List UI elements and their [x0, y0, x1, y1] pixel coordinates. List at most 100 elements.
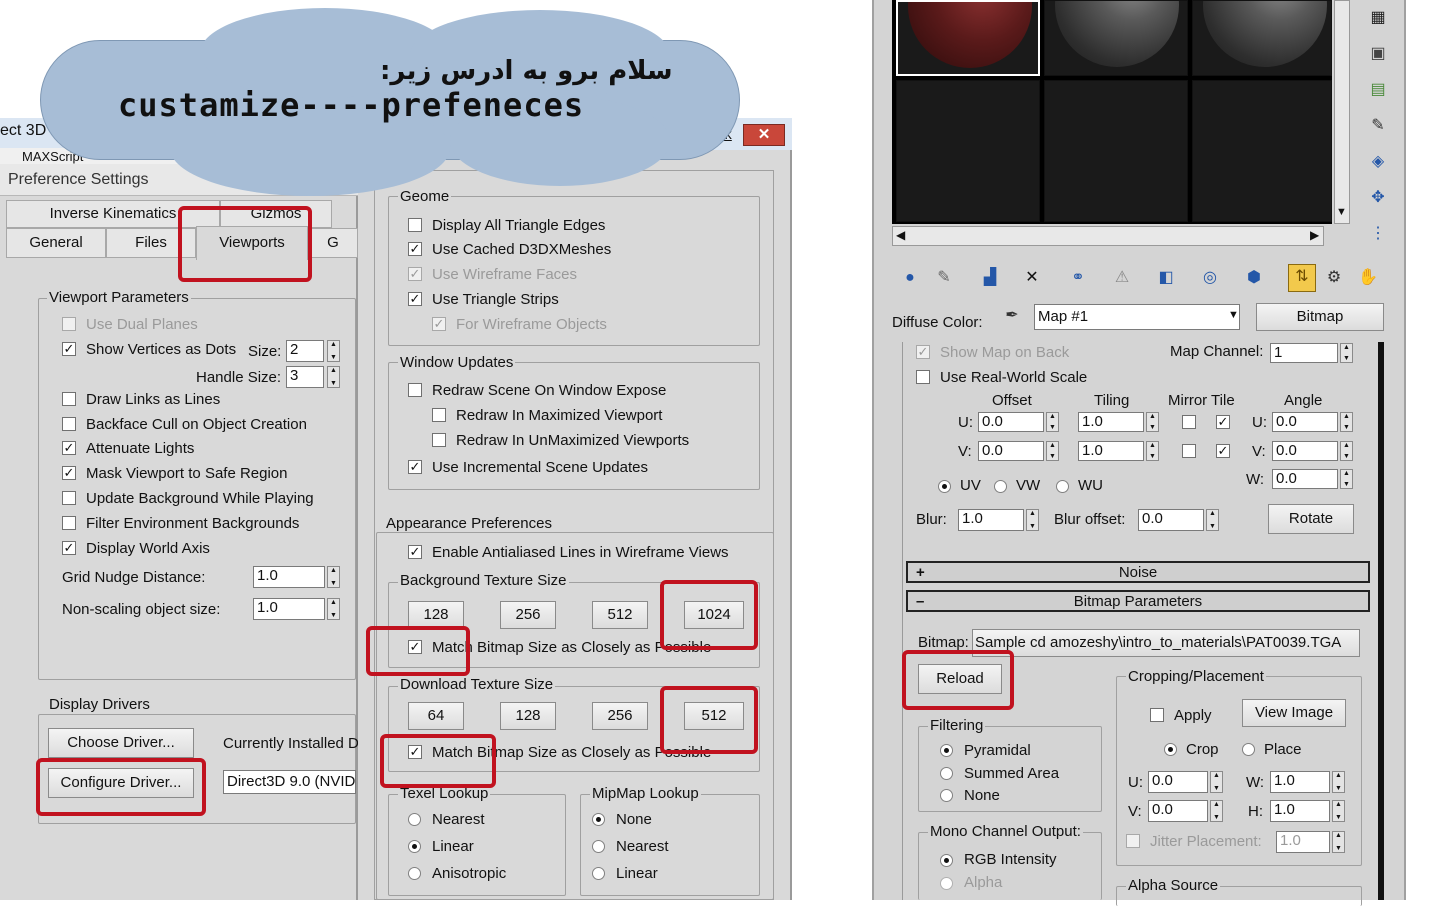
blur-offset-field[interactable]: 0.0: [1138, 509, 1204, 531]
assign-to-selection-icon[interactable]: ▟: [978, 266, 1002, 290]
coord-wu-radio[interactable]: [1056, 480, 1069, 493]
attenuate-lights-checkbox[interactable]: ✓: [62, 441, 76, 455]
angle-w-spinner[interactable]: [1340, 469, 1353, 489]
backface-cull-checkbox[interactable]: [62, 417, 76, 431]
get-material-icon[interactable]: ●: [898, 266, 922, 290]
sample-slot-1[interactable]: [896, 0, 1040, 76]
tile-u-checkbox[interactable]: ✓: [1216, 415, 1230, 429]
cached-d3dxmeshes-checkbox[interactable]: ✓: [408, 242, 422, 256]
crop-w-field[interactable]: 1.0: [1270, 771, 1330, 793]
map-type-button[interactable]: Bitmap: [1256, 303, 1384, 331]
dl-size-128-button[interactable]: 128: [500, 702, 556, 730]
offset-v-field[interactable]: 0.0: [978, 441, 1044, 461]
put-to-scene-icon[interactable]: ✎: [932, 266, 956, 290]
pyramidal-radio[interactable]: [940, 744, 953, 757]
crop-u-spinner[interactable]: [1210, 771, 1223, 793]
show-map-on-back-checkbox[interactable]: ✓: [916, 345, 930, 359]
for-wireframe-objects-checkbox[interactable]: ✓: [432, 317, 446, 331]
offset-u-field[interactable]: 0.0: [978, 412, 1044, 432]
tiling-v-field[interactable]: 1.0: [1078, 441, 1144, 461]
handle-size-spinner[interactable]: [327, 366, 340, 388]
rgb-intensity-radio[interactable]: [940, 854, 953, 867]
tiling-u-spinner[interactable]: [1146, 412, 1159, 432]
triangle-strips-checkbox[interactable]: ✓: [408, 292, 422, 306]
mirror-u-checkbox[interactable]: [1182, 415, 1196, 429]
map-name-dropdown-icon[interactable]: ▼: [1228, 309, 1239, 321]
sample-type-icon[interactable]: ▣: [1366, 42, 1390, 66]
put-to-library-icon[interactable]: ⚠: [1110, 266, 1134, 290]
choose-driver-button[interactable]: Choose Driver...: [48, 728, 194, 758]
mipmap-linear-radio[interactable]: [592, 867, 605, 880]
reset-map-icon[interactable]: ✕: [1020, 266, 1044, 290]
dl-size-256-button[interactable]: 256: [592, 702, 648, 730]
display-triangle-edges-checkbox[interactable]: [408, 218, 422, 232]
sample-slot-3[interactable]: [1192, 0, 1332, 76]
offset-v-spinner[interactable]: [1046, 441, 1059, 461]
size-spinner[interactable]: [327, 340, 340, 362]
blur-offset-spinner[interactable]: [1206, 509, 1219, 531]
real-world-scale-checkbox[interactable]: [916, 370, 930, 384]
dl-size-64-button[interactable]: 64: [408, 702, 464, 730]
make-unique-icon[interactable]: ⚭: [1066, 266, 1090, 290]
map-name-field[interactable]: Map #1: [1034, 304, 1240, 330]
update-background-checkbox[interactable]: [62, 491, 76, 505]
eyedropper-icon[interactable]: ✒: [1000, 304, 1024, 328]
rollout-scrollbar[interactable]: [1378, 342, 1384, 900]
go-to-parent-icon[interactable]: ⇅: [1288, 264, 1316, 292]
sample-slot-5[interactable]: [1044, 80, 1188, 222]
blur-spinner[interactable]: [1026, 509, 1039, 531]
map-channel-field[interactable]: 1: [1270, 343, 1338, 363]
angle-v-spinner[interactable]: [1340, 441, 1353, 461]
tab-general[interactable]: General: [6, 228, 106, 258]
go-forward-sibling-icon[interactable]: ⚙: [1322, 266, 1346, 290]
blur-field[interactable]: 1.0: [958, 509, 1024, 531]
place-radio[interactable]: [1242, 743, 1255, 756]
show-map-icon[interactable]: ◎: [1198, 266, 1222, 290]
display-world-axis-checkbox[interactable]: ✓: [62, 541, 76, 555]
scroll-down-icon[interactable]: ▼: [1336, 206, 1347, 218]
bg-size-128-button[interactable]: 128: [408, 601, 464, 629]
redraw-expose-checkbox[interactable]: [408, 383, 422, 397]
texel-linear-radio[interactable]: [408, 840, 421, 853]
filter-env-checkbox[interactable]: [62, 516, 76, 530]
rotate-button[interactable]: Rotate: [1268, 504, 1354, 534]
tiling-u-field[interactable]: 1.0: [1078, 412, 1144, 432]
handle-size-field[interactable]: 3: [286, 366, 324, 388]
tile-v-checkbox[interactable]: ✓: [1216, 444, 1230, 458]
pick-from-object-icon[interactable]: ✋: [1356, 266, 1380, 290]
angle-u-field[interactable]: 0.0: [1272, 412, 1338, 432]
nonscaling-spinner[interactable]: [327, 598, 340, 620]
bitmap-path-button[interactable]: Sample cd amozeshy\intro_to_materials\PA…: [972, 629, 1360, 657]
crop-w-spinner[interactable]: [1332, 771, 1345, 793]
bg-size-256-button[interactable]: 256: [500, 601, 556, 629]
apply-checkbox[interactable]: [1150, 708, 1164, 722]
sample-slot-6[interactable]: [1192, 80, 1332, 222]
angle-u-spinner[interactable]: [1340, 412, 1353, 432]
texel-anisotropic-radio[interactable]: [408, 867, 421, 880]
options-icon[interactable]: ◈: [1366, 150, 1390, 174]
jitter-field[interactable]: 1.0: [1276, 831, 1330, 853]
antialiased-checkbox[interactable]: ✓: [408, 545, 422, 559]
redraw-maximized-checkbox[interactable]: [432, 408, 446, 422]
mono-alpha-radio[interactable]: [940, 877, 953, 890]
select-by-material-icon[interactable]: ✥: [1366, 186, 1390, 210]
crop-v-spinner[interactable]: [1210, 800, 1223, 822]
video-color-icon[interactable]: ✎: [1366, 114, 1390, 138]
noise-rollout[interactable]: + Noise: [906, 561, 1370, 583]
crop-radio[interactable]: [1164, 743, 1177, 756]
jitter-checkbox[interactable]: [1126, 834, 1140, 848]
view-image-button[interactable]: View Image: [1242, 699, 1346, 727]
scroll-right-icon[interactable]: ▶: [1310, 228, 1319, 242]
angle-v-field[interactable]: 0.0: [1272, 441, 1338, 461]
use-dual-planes-checkbox[interactable]: [62, 317, 76, 331]
show-vertices-checkbox[interactable]: ✓: [62, 342, 76, 356]
size-field[interactable]: 2: [286, 340, 324, 362]
incremental-updates-checkbox[interactable]: ✓: [408, 460, 422, 474]
map-channel-spinner[interactable]: [1340, 343, 1353, 363]
jitter-spinner[interactable]: [1332, 831, 1345, 853]
coord-uv-radio[interactable]: [938, 480, 951, 493]
nonscaling-field[interactable]: 1.0: [253, 598, 325, 620]
color-check-icon[interactable]: ▤: [1366, 78, 1390, 102]
grid-nudge-spinner[interactable]: [327, 566, 340, 588]
tiling-v-spinner[interactable]: [1146, 441, 1159, 461]
